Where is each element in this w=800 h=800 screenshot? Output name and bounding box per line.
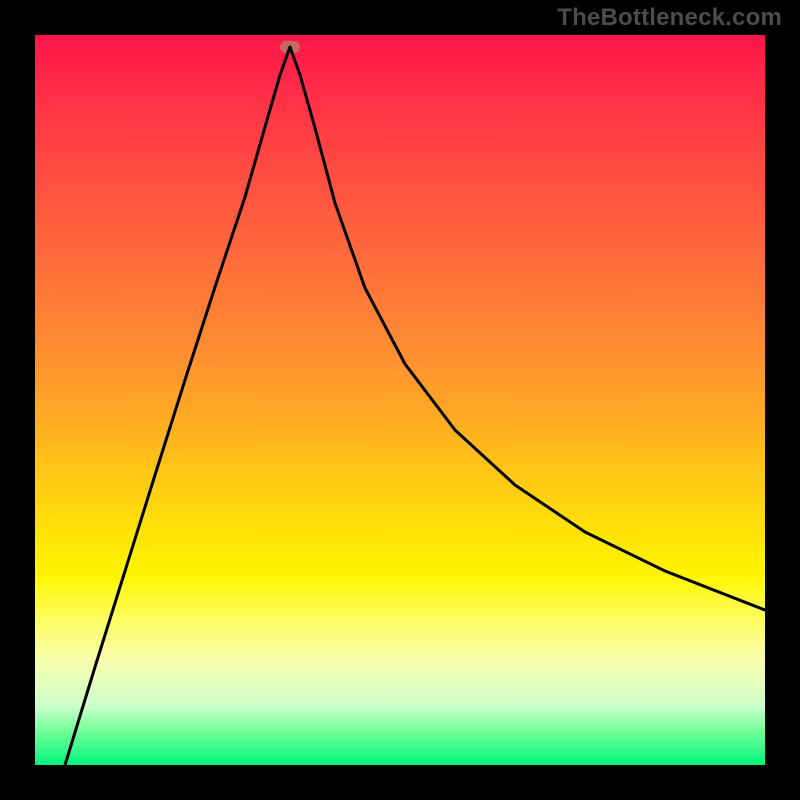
watermark-text: TheBottleneck.com xyxy=(557,4,782,32)
plot-area xyxy=(35,35,765,765)
chart-frame: TheBottleneck.com xyxy=(0,0,800,800)
bottleneck-curve xyxy=(35,35,765,765)
